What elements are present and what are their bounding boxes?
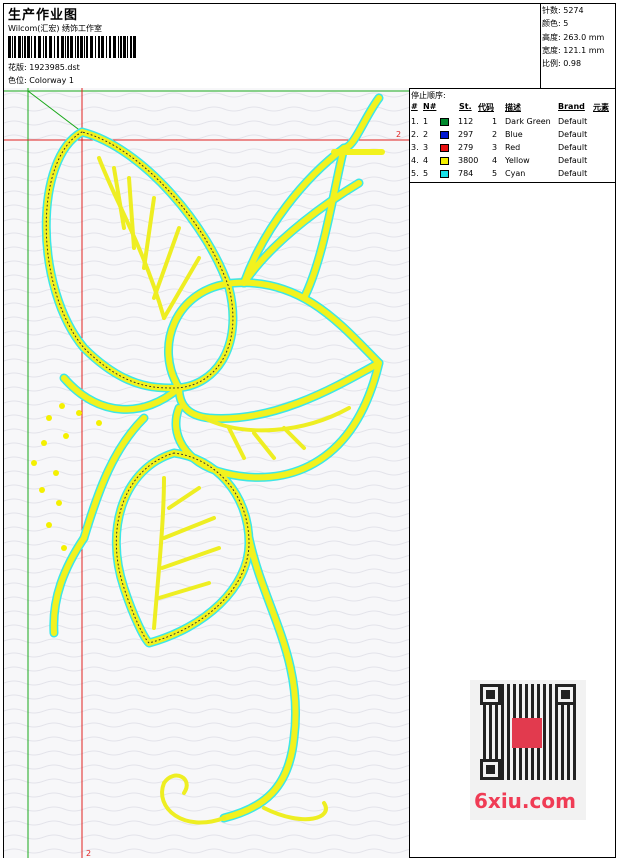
panel-divider — [409, 88, 410, 858]
row-brand: Default — [558, 169, 588, 178]
stat-stitches: 针数: 5274 — [542, 6, 584, 15]
row-index: 1. — [411, 117, 419, 126]
colorway-line: 色位: Colorway 1 — [8, 75, 74, 86]
row-stitches: 279 — [458, 143, 474, 152]
row-number: 4 — [423, 156, 429, 165]
row-number: 3 — [423, 143, 429, 152]
row-code: 2 — [492, 130, 498, 139]
color-swatch — [440, 131, 449, 139]
col-element: 元素 — [593, 103, 609, 112]
row-code: 4 — [492, 156, 498, 165]
embroidery-preview: 2 2 — [4, 88, 409, 858]
stat-width: 宽度: 121.1 mm — [542, 45, 605, 55]
row-code: 1 — [492, 117, 498, 126]
colorway-label: 色位: — [8, 76, 27, 85]
colorway-value: Colorway 1 — [29, 76, 74, 85]
col-index: # — [411, 102, 418, 111]
row-description: Blue — [505, 130, 523, 139]
stamp-seal-icon — [512, 718, 542, 748]
row-number: 1 — [423, 117, 429, 126]
row-stitches: 784 — [458, 169, 474, 178]
design-file-label: 花版: — [8, 63, 27, 72]
stat-colors: 颜色: 5 — [542, 19, 569, 29]
watermark-logo: 6xiu.com — [474, 789, 576, 813]
row-description: Dark Green — [505, 117, 551, 126]
row-index: 5. — [411, 169, 419, 178]
row-number: 2 — [423, 130, 429, 139]
col-brand: Brand — [558, 102, 585, 111]
row-brand: Default — [558, 130, 588, 139]
row-stitches: 297 — [458, 130, 474, 139]
color-swatch — [440, 118, 449, 126]
row-code: 3 — [492, 143, 498, 152]
table-bottom-line — [409, 182, 616, 183]
design-canvas[interactable]: 2 2 — [4, 88, 409, 858]
stats-divider — [540, 3, 541, 88]
row-stitches: 3800 — [458, 156, 479, 165]
color-swatch — [440, 157, 449, 165]
stats-panel: 针数: 5274 颜色: 5 高度: 263.0 mm 宽度: 121.1 mm… — [542, 4, 604, 70]
stat-height: 高度: 263.0 mm — [542, 32, 605, 42]
design-file-line: 花版: 1923985.dst — [8, 62, 80, 73]
color-swatch — [440, 170, 449, 178]
col-stitches: St. — [459, 102, 472, 111]
guide-marker-top: 2 — [396, 130, 401, 139]
row-index: 2. — [411, 130, 419, 139]
row-description: Red — [505, 143, 521, 152]
qr-code-icon — [480, 684, 576, 780]
row-description: Yellow — [505, 156, 530, 165]
studio-name: Wilcom(汇宏) 绣饰工作室 — [8, 24, 103, 33]
row-index: 3. — [411, 143, 419, 152]
row-brand: Default — [558, 156, 588, 165]
guide-marker-bottom: 2 — [86, 849, 91, 858]
stop-sequence-heading: 停止顺序: — [411, 91, 446, 100]
stat-scale: 比例: 0.98 — [542, 59, 582, 69]
row-description: Cyan — [505, 169, 526, 178]
color-swatch — [440, 144, 449, 152]
row-stitches: 112 — [458, 117, 474, 126]
col-code: 代码 — [478, 103, 494, 112]
col-description: 描述 — [505, 103, 521, 112]
page-title: 生产作业图 — [8, 8, 79, 23]
col-number: N# — [423, 102, 437, 111]
design-file-value: 1923985.dst — [29, 63, 80, 72]
row-code: 5 — [492, 169, 498, 178]
row-index: 4. — [411, 156, 419, 165]
row-brand: Default — [558, 117, 588, 126]
row-number: 5 — [423, 169, 429, 178]
barcode-icon — [8, 36, 136, 58]
row-brand: Default — [558, 143, 588, 152]
